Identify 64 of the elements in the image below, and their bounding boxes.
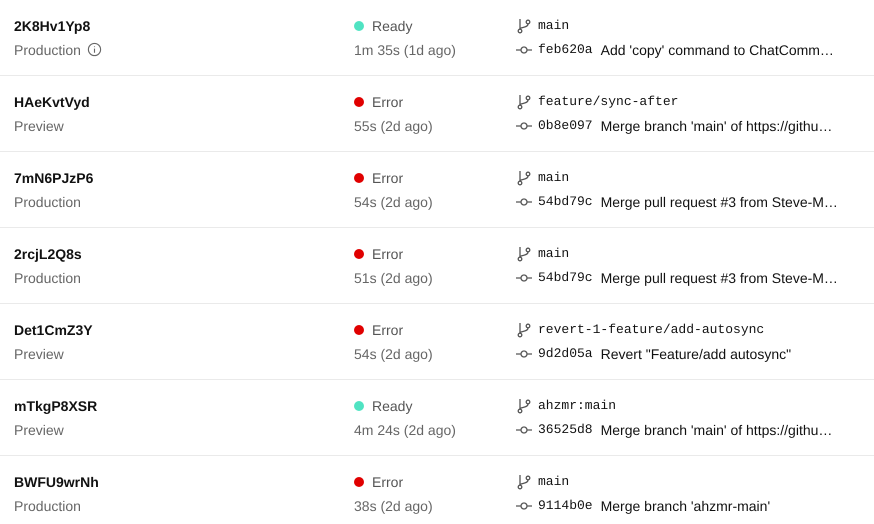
branch-name[interactable]: ahzmr:main: [538, 398, 616, 413]
duration-text: 38s (2d ago): [354, 498, 433, 514]
duration-text: 4m 24s (2d ago): [354, 422, 456, 438]
branch-name[interactable]: main: [538, 170, 570, 185]
duration-text: 55s (2d ago): [354, 118, 433, 134]
status-label: Error: [372, 94, 404, 110]
branch-name[interactable]: main: [538, 474, 570, 489]
commit-icon: [516, 44, 532, 54]
commit-message: Add 'copy' command to ChatComm…: [600, 42, 834, 58]
deployment-id[interactable]: 2K8Hv1Yp8: [14, 18, 90, 34]
status-label: Error: [372, 170, 404, 186]
branch-name[interactable]: feature/sync-after: [538, 94, 678, 109]
commit-icon: [516, 120, 532, 130]
commit-message: Merge branch 'main' of https://githu…: [600, 118, 832, 134]
commit-icon: [516, 196, 532, 206]
environment-label: Production: [14, 270, 81, 286]
commit-hash[interactable]: 9114b0e: [538, 498, 593, 513]
environment-label: Preview: [14, 118, 64, 134]
commit-message: Merge pull request #3 from Steve-M…: [600, 194, 838, 210]
commit-hash[interactable]: 9d2d05a: [538, 346, 593, 361]
branch-icon: [516, 94, 532, 110]
commit-icon: [516, 424, 532, 434]
commit-hash[interactable]: 36525d8: [538, 422, 593, 437]
branch-icon: [516, 246, 532, 262]
commit-hash[interactable]: feb620a: [538, 42, 593, 57]
branch-icon: [516, 322, 532, 338]
environment-label: Preview: [14, 346, 64, 362]
commit-icon: [516, 500, 532, 510]
status-label: Error: [372, 474, 404, 490]
commit-icon: [516, 348, 532, 358]
branch-name[interactable]: main: [538, 246, 570, 261]
status-label: Error: [372, 322, 404, 338]
branch-name[interactable]: revert-1-feature/add-autosync: [538, 322, 764, 337]
environment-label: Production: [14, 42, 81, 58]
status-label: Ready: [372, 18, 412, 34]
commit-message: Merge pull request #3 from Steve-M…: [600, 270, 838, 286]
status-label: Ready: [372, 398, 412, 414]
duration-text: 54s (2d ago): [354, 346, 433, 362]
environment-label: Preview: [14, 422, 64, 438]
deployment-id[interactable]: 2rcjL2Q8s: [14, 246, 82, 262]
commit-message: Revert "Feature/add autosync": [600, 346, 792, 362]
status-label: Error: [372, 246, 404, 262]
commit-message: Merge branch 'ahzmr-main': [600, 498, 770, 514]
branch-icon: [516, 18, 532, 34]
branch-icon: [516, 474, 532, 490]
branch-name[interactable]: main: [538, 18, 570, 33]
environment-label: Production: [14, 498, 81, 514]
branch-icon: [516, 170, 532, 186]
deployment-id[interactable]: 7mN6PJzP6: [14, 170, 94, 186]
deployment-id[interactable]: mTkgP8XSR: [14, 398, 98, 414]
commit-message: Merge branch 'main' of https://githu…: [600, 422, 832, 438]
deployment-id[interactable]: BWFU9wrNh: [14, 474, 99, 490]
deployment-id[interactable]: HAeKvtVyd: [14, 94, 90, 110]
environment-label: Production: [14, 194, 81, 210]
commit-icon: [516, 272, 532, 282]
deployment-id[interactable]: Det1CmZ3Y: [14, 322, 93, 338]
info-icon[interactable]: [86, 42, 102, 57]
commit-hash[interactable]: 54bd79c: [538, 270, 593, 285]
commit-hash[interactable]: 0b8e097: [538, 118, 593, 133]
duration-text: 51s (2d ago): [354, 270, 433, 286]
branch-icon: [516, 398, 532, 414]
duration-text: 1m 35s (1d ago): [354, 42, 456, 58]
duration-text: 54s (2d ago): [354, 194, 433, 210]
commit-hash[interactable]: 54bd79c: [538, 194, 593, 209]
